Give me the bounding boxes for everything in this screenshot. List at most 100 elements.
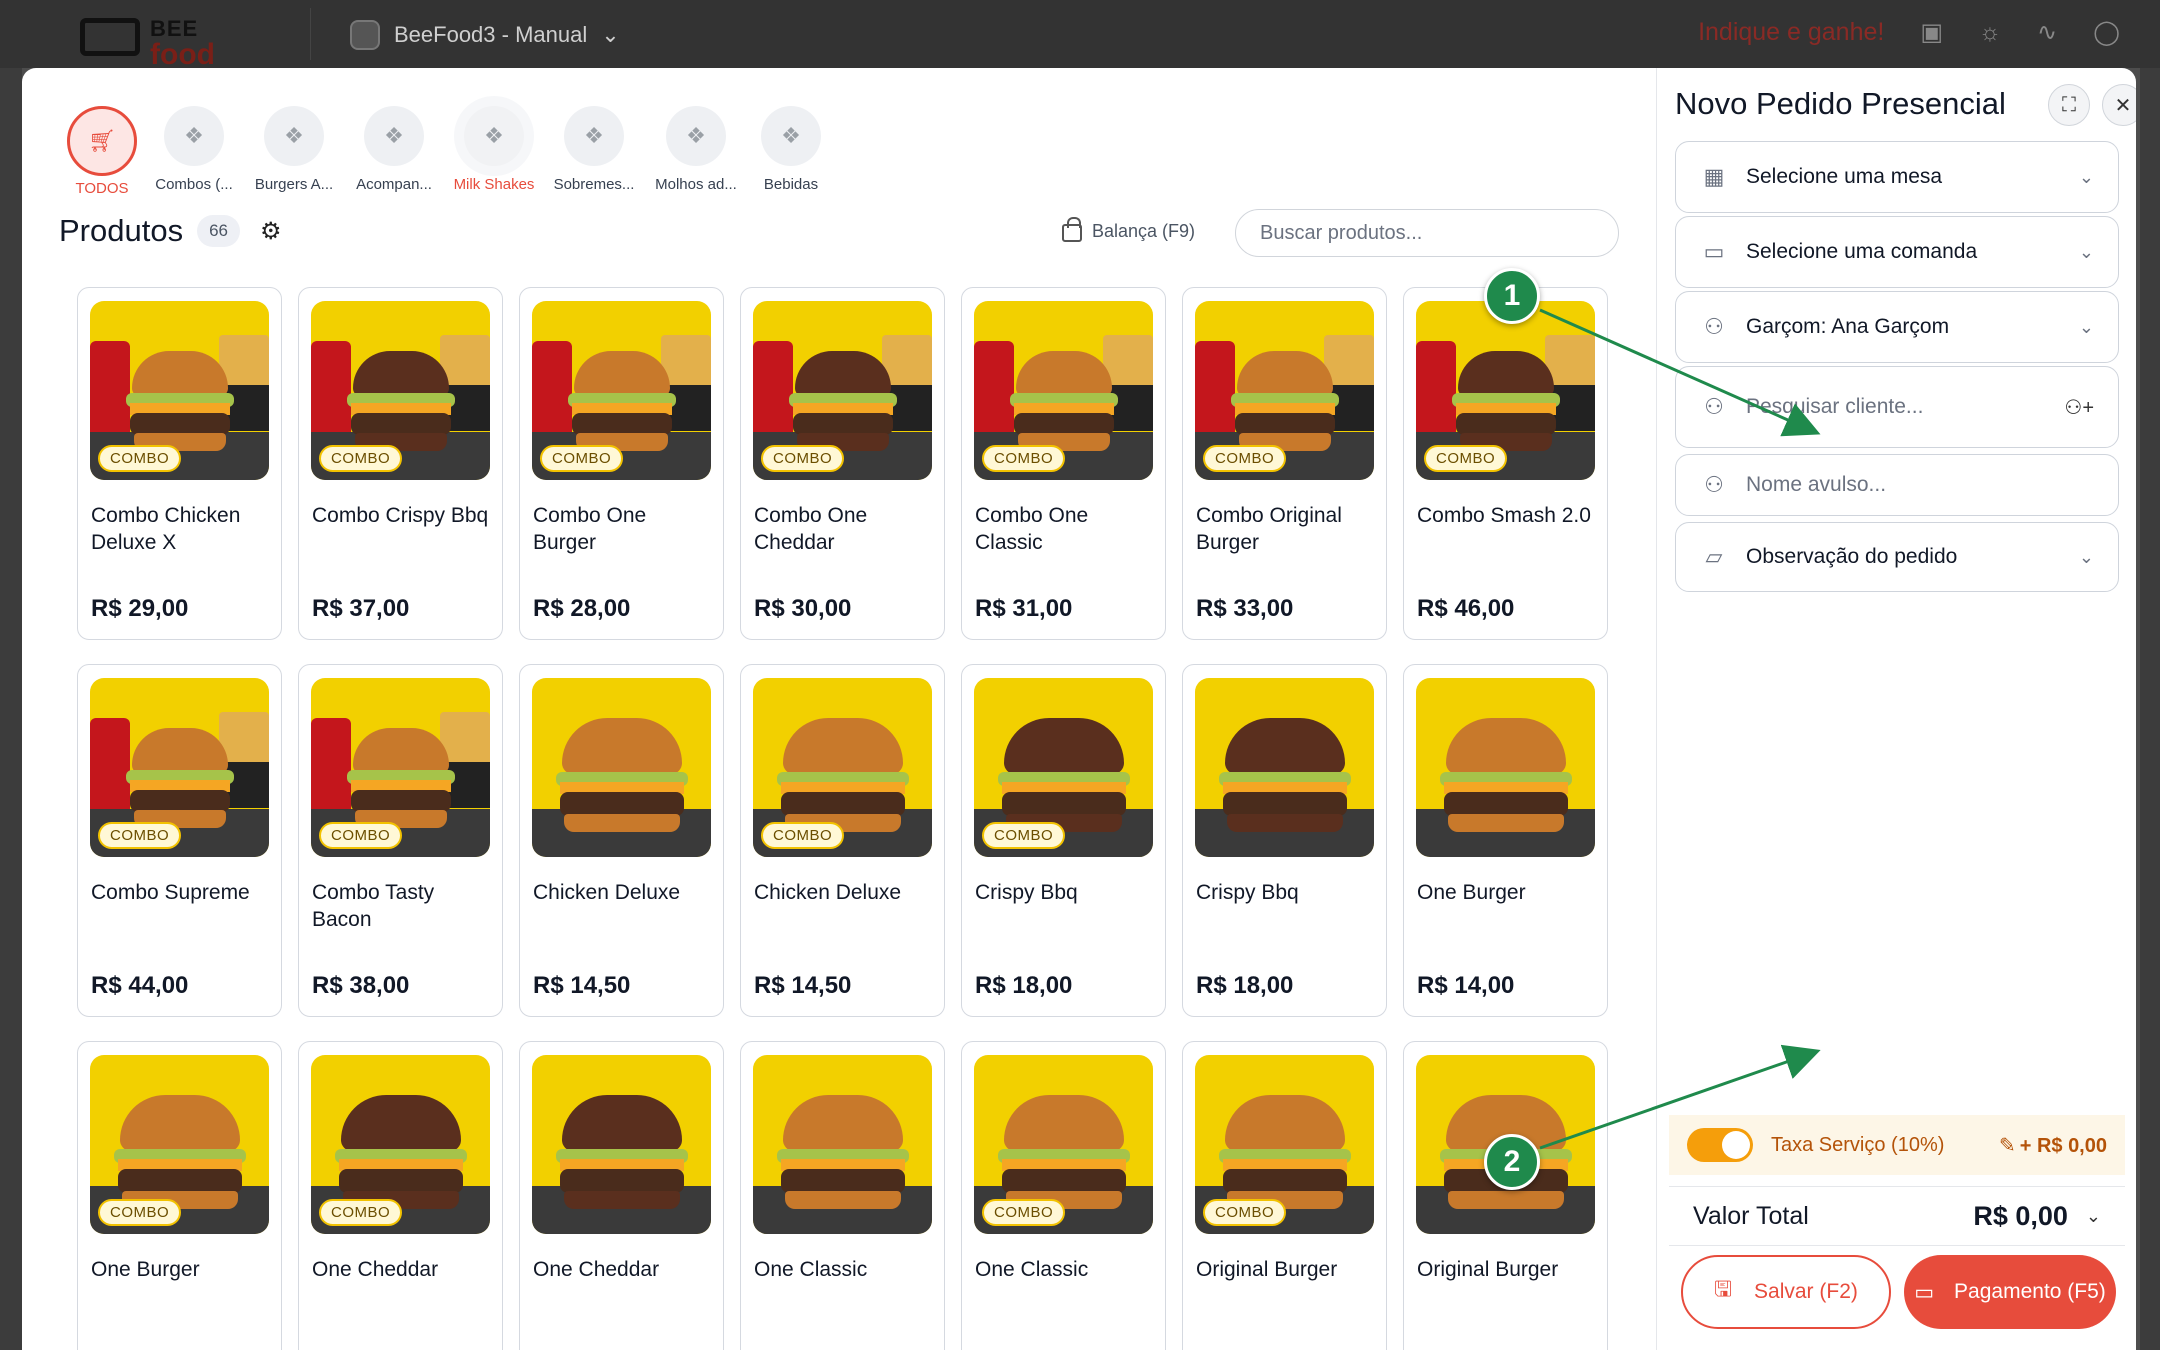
logo-text-food: food xyxy=(150,38,215,71)
placeholder-icon: ❖ xyxy=(164,106,224,166)
payment-button[interactable]: ▭ Pagamento (F5) xyxy=(1904,1255,2116,1329)
observacao-label: Observação do pedido xyxy=(1746,545,1958,568)
product-name: Crispy Bbq xyxy=(975,881,1078,904)
placeholder-icon: ❖ xyxy=(264,106,324,166)
product-name: One Cheddar xyxy=(312,1258,439,1281)
product-card[interactable]: One Burger R$ 14,00 xyxy=(1403,664,1608,1017)
product-name: Crispy Bbq xyxy=(1196,881,1299,904)
product-name: One Classic xyxy=(975,1258,1089,1281)
close-icon[interactable]: ✕ xyxy=(2102,84,2136,126)
product-card[interactable]: COMBO One Classic xyxy=(961,1041,1166,1350)
sun-icon[interactable]: ☼ xyxy=(1979,19,2001,47)
background-right-strip xyxy=(2140,68,2160,1350)
order-pane: Novo Pedido Presencial ⛶ ✕ ▦ Selecione u… xyxy=(1656,68,2136,1350)
chevron-down-icon: ⌄ xyxy=(2078,166,2094,187)
gear-icon[interactable]: ⚙ xyxy=(260,217,282,246)
nome-avulso-input[interactable]: Nome avulso... xyxy=(1746,473,1886,497)
user-icon[interactable]: ◯ xyxy=(2093,18,2120,47)
category-label: Milk Shakes xyxy=(453,176,535,193)
total-row[interactable]: Valor Total R$ 0,00 ⌄ xyxy=(1669,1186,2125,1246)
fullscreen-icon[interactable]: ⛶ xyxy=(2048,84,2090,126)
background-sidebar xyxy=(0,68,22,1350)
product-card[interactable]: COMBO Chicken Deluxe R$ 14,50 xyxy=(740,664,945,1017)
chevron-down-icon: ⌄ xyxy=(2078,316,2094,337)
category-combos[interactable]: ❖ Combos (... xyxy=(144,106,244,197)
category-label: Combos (... xyxy=(155,176,233,193)
indique-link[interactable]: Indique e ganhe! xyxy=(1698,18,1884,47)
taxa-label: Taxa Serviço (10%) xyxy=(1771,1133,1945,1156)
product-name: Combo One Cheddar xyxy=(754,504,868,554)
combo-badge: COMBO xyxy=(982,822,1066,849)
product-card[interactable]: COMBO Combo Smash 2.0 R$ 46,00 xyxy=(1403,287,1608,640)
chevron-down-icon: ⌄ xyxy=(2078,241,2094,262)
page-title: Produtos xyxy=(59,213,184,248)
product-card[interactable]: COMBO Combo One Burger R$ 28,00 xyxy=(519,287,724,640)
product-count-badge: 66 xyxy=(197,215,240,247)
product-card[interactable]: COMBO Combo Supreme R$ 44,00 xyxy=(77,664,282,1017)
lock-icon xyxy=(1062,217,1082,242)
product-card[interactable]: COMBO Crispy Bbq R$ 18,00 xyxy=(961,664,1166,1017)
cart-icon: 🛒︎ xyxy=(67,106,137,176)
balanca-button[interactable]: Balança (F9) xyxy=(1062,217,1195,242)
product-image: COMBO xyxy=(1195,1055,1374,1234)
search-products-input[interactable] xyxy=(1235,209,1619,257)
category-label: Molhos ad... xyxy=(655,176,737,193)
product-image: COMBO xyxy=(311,678,490,857)
product-card[interactable]: Crispy Bbq R$ 18,00 xyxy=(1182,664,1387,1017)
add-user-icon[interactable]: ⚇+ xyxy=(2064,395,2094,420)
category-todos[interactable]: 🛒︎ TODOS xyxy=(64,106,140,197)
card-icon: ▭ xyxy=(1703,239,1725,264)
product-card[interactable]: COMBO Original Burger xyxy=(1182,1041,1387,1350)
products-grid: COMBO Combo Chicken Deluxe X R$ 29,00 COMBO… xyxy=(77,287,1608,1350)
product-image: COMBO xyxy=(311,1055,490,1234)
nome-avulso-field[interactable]: ⚇ Nome avulso... xyxy=(1675,454,2119,516)
product-card[interactable]: Chicken Deluxe R$ 14,50 xyxy=(519,664,724,1017)
garcom-select[interactable]: ⚇ Garçom: Ana Garçom ⌄ xyxy=(1675,291,2119,363)
placeholder-icon: ❖ xyxy=(464,106,524,166)
category-molhos[interactable]: ❖ Molhos ad... xyxy=(644,106,748,197)
order-title: Novo Pedido Presencial xyxy=(1675,86,2006,121)
mesa-select[interactable]: ▦ Selecione uma mesa ⌄ xyxy=(1675,141,2119,213)
product-image: COMBO xyxy=(90,301,269,480)
annotation-marker-2: 2 xyxy=(1484,1134,1540,1190)
product-name: One Burger xyxy=(91,1258,200,1281)
product-card[interactable]: Original Burger xyxy=(1403,1041,1608,1350)
product-name: Combo Smash 2.0 xyxy=(1417,504,1591,527)
category-sobremesas[interactable]: ❖ Sobremes... xyxy=(544,106,644,197)
category-bebidas[interactable]: ❖ Bebidas xyxy=(748,106,834,197)
taxa-edit[interactable]: ✎ + R$ 0,00 xyxy=(1999,1133,2107,1158)
product-card[interactable]: COMBO Combo One Classic R$ 31,00 xyxy=(961,287,1166,640)
chevron-down-icon: ⌄ xyxy=(2085,1205,2101,1226)
product-name: Chicken Deluxe xyxy=(533,881,681,904)
activity-icon[interactable]: ∿ xyxy=(2037,18,2057,47)
product-image xyxy=(1416,678,1595,857)
product-card[interactable]: COMBO Combo One Cheddar R$ 30,00 xyxy=(740,287,945,640)
save-button[interactable]: 🖫︎ Salvar (F2) xyxy=(1681,1255,1891,1329)
comment-icon: ▱ xyxy=(1705,544,1723,569)
app-selector[interactable]: BeeFood3 - Manual ⌄ xyxy=(350,20,620,50)
cliente-search[interactable]: ⚇ Pesquisar cliente... ⚇+ xyxy=(1675,366,2119,448)
comanda-select[interactable]: ▭ Selecione uma comanda ⌄ xyxy=(1675,216,2119,288)
product-card[interactable]: COMBO Combo Tasty Bacon R$ 38,00 xyxy=(298,664,503,1017)
product-price: R$ 29,00 xyxy=(91,595,189,622)
category-acompanhamentos[interactable]: ❖ Acompan... xyxy=(344,106,444,197)
product-card[interactable]: COMBO Combo Chicken Deluxe X R$ 29,00 xyxy=(77,287,282,640)
observacao-select[interactable]: ▱ Observação do pedido ⌄ xyxy=(1675,522,2119,592)
taxa-toggle[interactable] xyxy=(1687,1128,1753,1162)
product-card[interactable]: One Cheddar xyxy=(519,1041,724,1350)
product-price: R$ 44,00 xyxy=(91,972,189,999)
category-burgers[interactable]: ❖ Burgers A... xyxy=(244,106,344,197)
cliente-search-input[interactable]: Pesquisar cliente... xyxy=(1746,395,1923,419)
category-milk-shakes[interactable]: ❖ Milk Shakes xyxy=(444,106,544,197)
product-card[interactable]: COMBO Combo Crispy Bbq R$ 37,00 xyxy=(298,287,503,640)
product-card[interactable]: COMBO One Burger xyxy=(77,1041,282,1350)
total-value: R$ 0,00 xyxy=(1973,1200,2068,1231)
product-card[interactable]: COMBO Combo Original Burger R$ 33,00 xyxy=(1182,287,1387,640)
combo-badge: COMBO xyxy=(761,445,845,472)
product-card[interactable]: One Classic xyxy=(740,1041,945,1350)
combo-badge: COMBO xyxy=(761,822,845,849)
product-card[interactable]: COMBO One Cheddar xyxy=(298,1041,503,1350)
app-icon xyxy=(350,20,380,50)
product-image xyxy=(532,1055,711,1234)
printer-icon[interactable]: ▣ xyxy=(1920,18,1943,47)
